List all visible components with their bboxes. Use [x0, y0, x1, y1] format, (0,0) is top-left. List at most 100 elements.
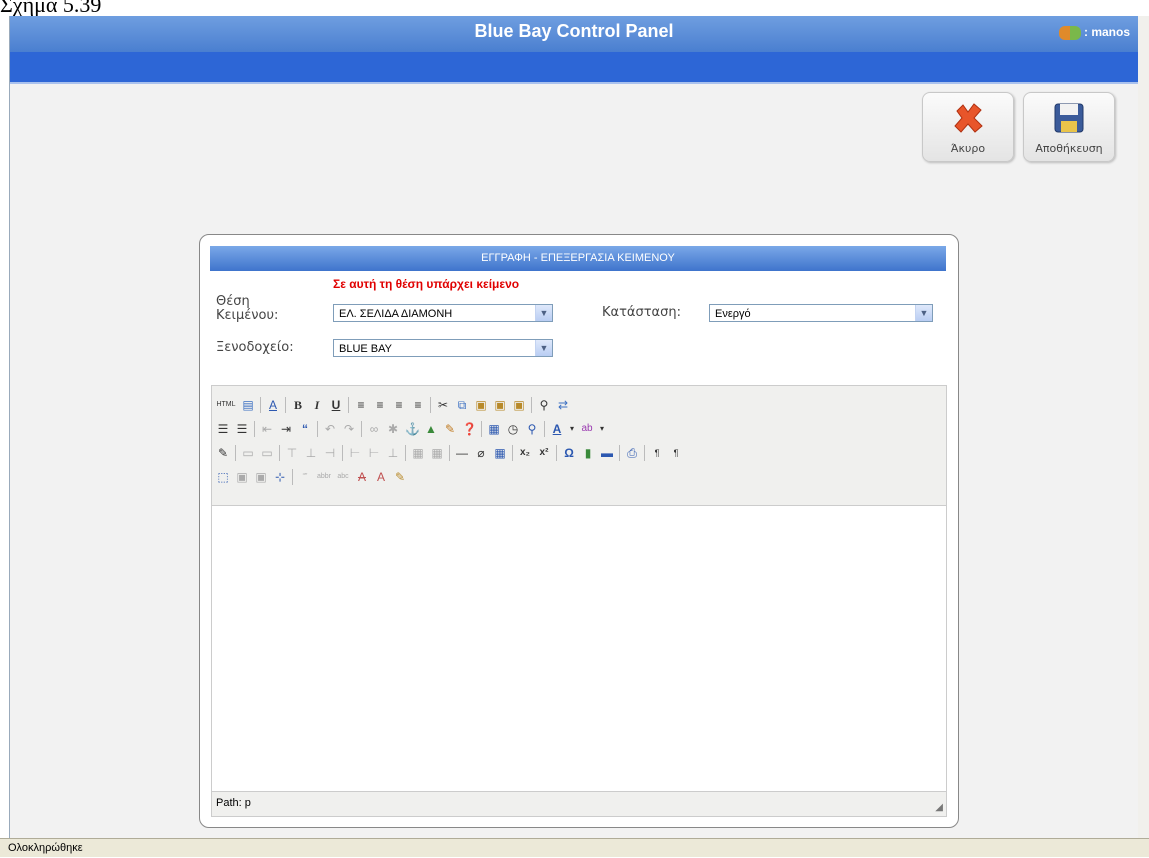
browser-status-bar: Ολοκληρώθηκε: [0, 838, 1149, 857]
indent-icon[interactable]: ⇥: [279, 422, 293, 436]
browser-frame: Blue Bay Control Panel : manos Άκυρο Απο…: [9, 16, 1138, 838]
status-label: Κατάσταση:: [602, 305, 681, 320]
anchor-icon[interactable]: ⚓: [405, 422, 420, 436]
cleanup-icon[interactable]: ✎: [443, 422, 457, 436]
align-right-icon[interactable]: ≡: [392, 398, 406, 412]
status-select[interactable]: Ενεργό ▼: [709, 304, 933, 322]
status-value: Ενεργό: [715, 308, 751, 320]
split-cells-icon[interactable]: ▦: [411, 446, 425, 460]
save-button[interactable]: Αποθήκευση: [1023, 92, 1115, 162]
underline-icon[interactable]: U: [329, 398, 343, 412]
cite-icon[interactable]: “”: [298, 470, 312, 484]
vertical-scrollbar[interactable]: [1138, 16, 1149, 838]
toolbar-separator: [405, 445, 406, 461]
print-icon[interactable]: ⎙: [625, 446, 639, 460]
toolbar-separator: [644, 445, 645, 461]
font-size-icon[interactable]: A: [266, 398, 280, 412]
acronym-icon[interactable]: abc: [336, 470, 350, 484]
outdent-icon[interactable]: ⇤: [260, 422, 274, 436]
toolbar-separator: [254, 421, 255, 437]
insert-col-after-icon[interactable]: ⊢: [367, 446, 381, 460]
align-left-icon[interactable]: ≡: [354, 398, 368, 412]
move-forward-icon[interactable]: ▣: [235, 470, 249, 484]
toolbar-separator: [279, 445, 280, 461]
position-label-line1: Θέση: [216, 294, 250, 309]
horizontal-rule-icon[interactable]: —: [455, 446, 469, 460]
bullet-list-icon[interactable]: ☰: [216, 422, 230, 436]
align-justify-icon[interactable]: ≡: [411, 398, 425, 412]
delete-col-icon[interactable]: ⊥: [386, 446, 400, 460]
position-value: ΕΛ. ΣΕΛΙΔΑ ΔΙΑΜΟΝΗ: [339, 308, 453, 320]
resize-grip-icon[interactable]: ◢: [935, 802, 943, 813]
delete-text-icon[interactable]: A: [355, 470, 369, 484]
link-icon[interactable]: ∞: [367, 422, 381, 436]
delete-row-icon[interactable]: ⊣: [323, 446, 337, 460]
toolbar-separator: [348, 397, 349, 413]
paste-icon[interactable]: ▣: [474, 398, 488, 412]
superscript-icon[interactable]: x²: [537, 446, 551, 460]
hotel-select[interactable]: BLUE BAY ▼: [333, 339, 553, 357]
redo-icon[interactable]: ↷: [342, 422, 356, 436]
paste-text-icon[interactable]: ▣: [493, 398, 507, 412]
zoom-icon[interactable]: ⚲: [525, 422, 539, 436]
align-center-icon[interactable]: ≡: [373, 398, 387, 412]
edit-css-icon[interactable]: ✎: [216, 446, 230, 460]
toolbar-separator: [235, 445, 236, 461]
special-char-icon[interactable]: Ω: [562, 446, 576, 460]
remove-format-icon[interactable]: ⌀: [474, 446, 488, 460]
table-icon[interactable]: ▦: [493, 446, 507, 460]
insert-time-icon[interactable]: ◷: [506, 422, 520, 436]
help-icon[interactable]: ❓: [462, 422, 477, 436]
chevron-down-icon[interactable]: ▾: [569, 422, 575, 436]
warning-message: Σε αυτή τη θέση υπάρχει κείμενο: [333, 277, 520, 291]
text-color-icon[interactable]: A: [550, 422, 564, 436]
move-backward-icon[interactable]: ▣: [254, 470, 268, 484]
edit-panel: ΕΓΓΡΑΦΗ - ΕΠΕΞΕΡΓΑΣΙΑ ΚΕΙΜΕΝΟΥ Σε αυτή τ…: [199, 234, 959, 828]
insert-row-before-icon[interactable]: ⊤: [285, 446, 299, 460]
advanced-hr-icon[interactable]: ▬: [600, 446, 614, 460]
insert-col-before-icon[interactable]: ⊢: [348, 446, 362, 460]
toolbar-separator: [361, 421, 362, 437]
attributes-icon[interactable]: ✎: [393, 470, 407, 484]
highlight-color-icon[interactable]: ab: [580, 422, 594, 436]
editor-text-area[interactable]: [212, 505, 946, 792]
rtl-icon[interactable]: ¶: [669, 446, 683, 460]
find-icon[interactable]: ⚲: [537, 398, 551, 412]
ltr-icon[interactable]: ¶: [650, 446, 664, 460]
unlink-icon[interactable]: ✱: [386, 422, 400, 436]
editor-toolbar-row-4: ⬚ ▣ ▣ ⊹ “” abbr abc A A ✎: [216, 467, 407, 487]
position-select[interactable]: ΕΛ. ΣΕΛΙΔΑ ΔΙΑΜΟΝΗ ▼: [333, 304, 553, 322]
cancel-button[interactable]: Άκυρο: [922, 92, 1014, 162]
hotel-label: Ξενοδοχείο:: [216, 340, 294, 355]
undo-icon[interactable]: ↶: [323, 422, 337, 436]
insert-layer-icon[interactable]: ⬚: [216, 470, 230, 484]
merge-cells-icon[interactable]: ▦: [430, 446, 444, 460]
toolbar-separator: [619, 445, 620, 461]
row-props-icon[interactable]: ▭: [241, 446, 255, 460]
subscript-icon[interactable]: x₂: [518, 446, 532, 460]
chevron-down-icon: ▼: [915, 305, 932, 321]
editor-toolbar-row-3: ✎ ▭ ▭ ⊤ ⊥ ⊣ ⊢ ⊢ ⊥ ▦ ▦ — ⌀ ▦ x₂ x² Ω ▮ ▬ …: [216, 443, 683, 463]
preview-icon[interactable]: ▤: [241, 398, 255, 412]
insert-text-icon[interactable]: A: [374, 470, 388, 484]
copy-icon[interactable]: ⧉: [455, 398, 469, 412]
toolbar-separator: [292, 469, 293, 485]
replace-icon[interactable]: ⇄: [556, 398, 570, 412]
abbr-icon[interactable]: abbr: [317, 470, 331, 484]
insert-row-after-icon[interactable]: ⊥: [304, 446, 318, 460]
paste-word-icon[interactable]: ▣: [512, 398, 526, 412]
blockquote-icon[interactable]: “: [298, 422, 312, 436]
cell-props-icon[interactable]: ▭: [260, 446, 274, 460]
editor-path: Path: p: [216, 797, 251, 809]
absolute-icon[interactable]: ⊹: [273, 470, 287, 484]
italic-icon[interactable]: I: [310, 398, 324, 412]
insert-date-icon[interactable]: ▦: [487, 422, 501, 436]
html-source-icon[interactable]: HTML: [216, 398, 236, 412]
image-icon[interactable]: ▲: [424, 422, 438, 436]
chevron-down-icon[interactable]: ▾: [599, 422, 605, 436]
cut-icon[interactable]: ✂: [436, 398, 450, 412]
bold-icon[interactable]: B: [291, 398, 305, 412]
media-icon[interactable]: ▮: [581, 446, 595, 460]
toolbar-separator: [531, 397, 532, 413]
numbered-list-icon[interactable]: ☰: [235, 422, 249, 436]
